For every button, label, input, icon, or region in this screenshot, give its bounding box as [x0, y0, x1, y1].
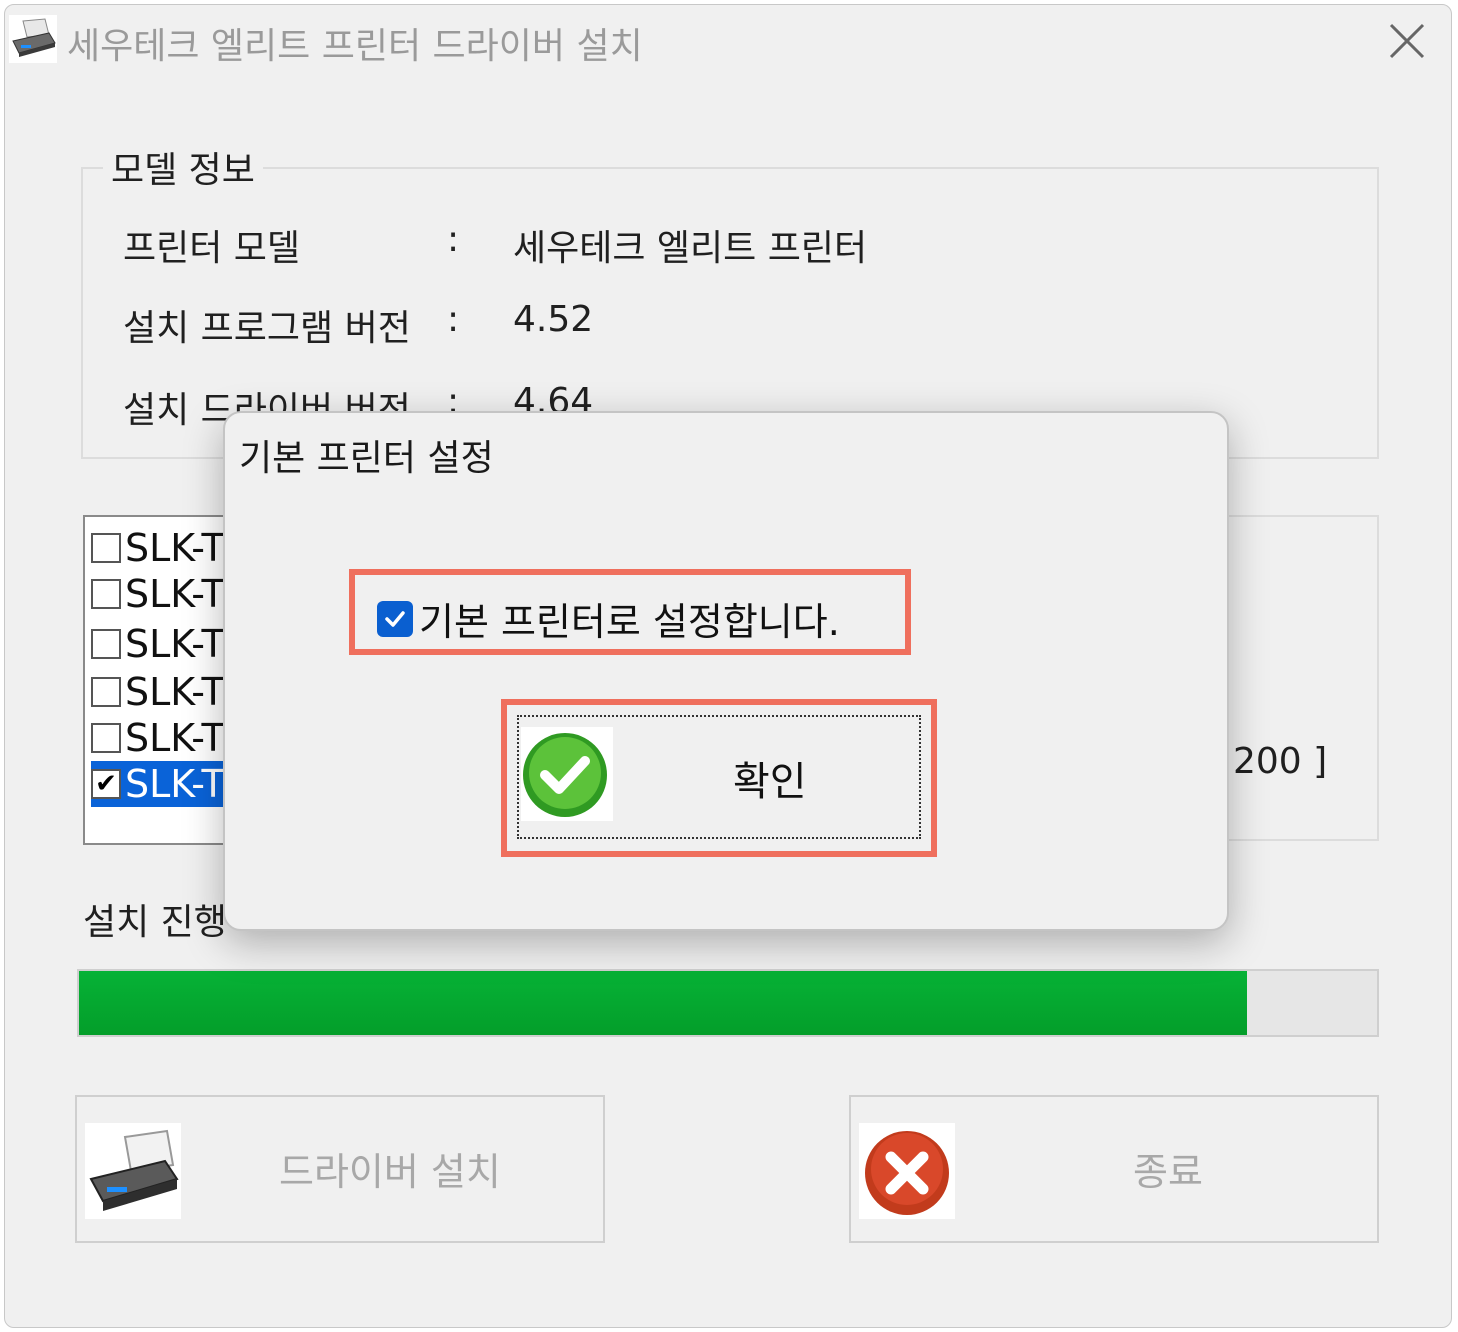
installer-window: 세우테크 엘리트 프린터 드라이버 설치 모델 정보 프린터 모델 : 세우테크… [4, 4, 1452, 1328]
progress-fill [79, 971, 1248, 1035]
list-item-label: SLK-T [125, 762, 225, 806]
default-printer-checkbox[interactable] [377, 600, 413, 637]
list-item-selected[interactable]: ✔ SLK-T [91, 761, 231, 807]
detail-text: 200 ] [1233, 741, 1328, 782]
list-item[interactable]: SLK-T [91, 715, 225, 761]
info-label: 설치 프로그램 버전 [123, 308, 411, 349]
list-item[interactable]: SLK-T [91, 669, 225, 715]
list-item[interactable]: SLK-T [91, 621, 225, 667]
ok-label: 확인 [733, 759, 807, 805]
close-icon [859, 1123, 955, 1219]
checkbox[interactable] [91, 629, 121, 659]
checkbox[interactable] [91, 723, 121, 753]
info-value: 세우테크 엘리트 프린터 [513, 228, 868, 269]
install-driver-button[interactable]: 드라이버 설치 [75, 1095, 605, 1243]
dialog-title: 기본 프린터 설정 [239, 438, 494, 479]
window-title: 세우테크 엘리트 프린터 드라이버 설치 [67, 26, 643, 67]
default-printer-dialog: 기본 프린터 설정 기본 프린터로 설정합니다. 확인 [223, 411, 1229, 931]
list-item[interactable]: SLK-T [91, 571, 225, 617]
list-item-label: SLK-T [125, 622, 225, 666]
close-icon[interactable] [1385, 19, 1429, 63]
printer-icon [85, 1123, 181, 1219]
list-item[interactable]: SLK-T [91, 525, 225, 571]
checkbox[interactable] [91, 677, 121, 707]
default-printer-checkbox-label: 기본 프린터로 설정합니다. [419, 600, 840, 644]
list-item-label: SLK-T [125, 572, 225, 616]
progress-label: 설치 진행 [83, 902, 227, 943]
printer-icon [9, 15, 57, 63]
group-title: 모델 정보 [103, 141, 263, 193]
install-driver-label: 드라이버 설치 [279, 1150, 501, 1194]
printer-detail-panel [1227, 515, 1379, 841]
title-bar: 세우테크 엘리트 프린터 드라이버 설치 [5, 5, 1451, 75]
checkbox-checked[interactable]: ✔ [91, 769, 121, 799]
default-printer-checkbox-row[interactable]: 기본 프린터로 설정합니다. [377, 591, 840, 646]
check-icon [385, 610, 405, 627]
info-value: 4.52 [513, 299, 594, 340]
ok-button[interactable]: 확인 [517, 715, 921, 839]
exit-button[interactable]: 종료 [849, 1095, 1379, 1243]
info-colon: : [447, 299, 460, 340]
check-circle-icon [521, 727, 613, 821]
printer-listbox[interactable]: SLK-T SLK-T SLK-T SLK-T SLK-T ✔ SLK-T [83, 515, 233, 845]
info-colon: : [447, 219, 460, 260]
info-label: 프린터 모델 [123, 228, 301, 269]
progress-bar [77, 969, 1379, 1037]
checkbox[interactable] [91, 533, 121, 563]
list-item-label: SLK-T [125, 716, 225, 760]
checkbox[interactable] [91, 579, 121, 609]
list-item-label: SLK-T [125, 670, 225, 714]
list-item-label: SLK-T [125, 526, 225, 570]
exit-label: 종료 [1133, 1150, 1203, 1194]
